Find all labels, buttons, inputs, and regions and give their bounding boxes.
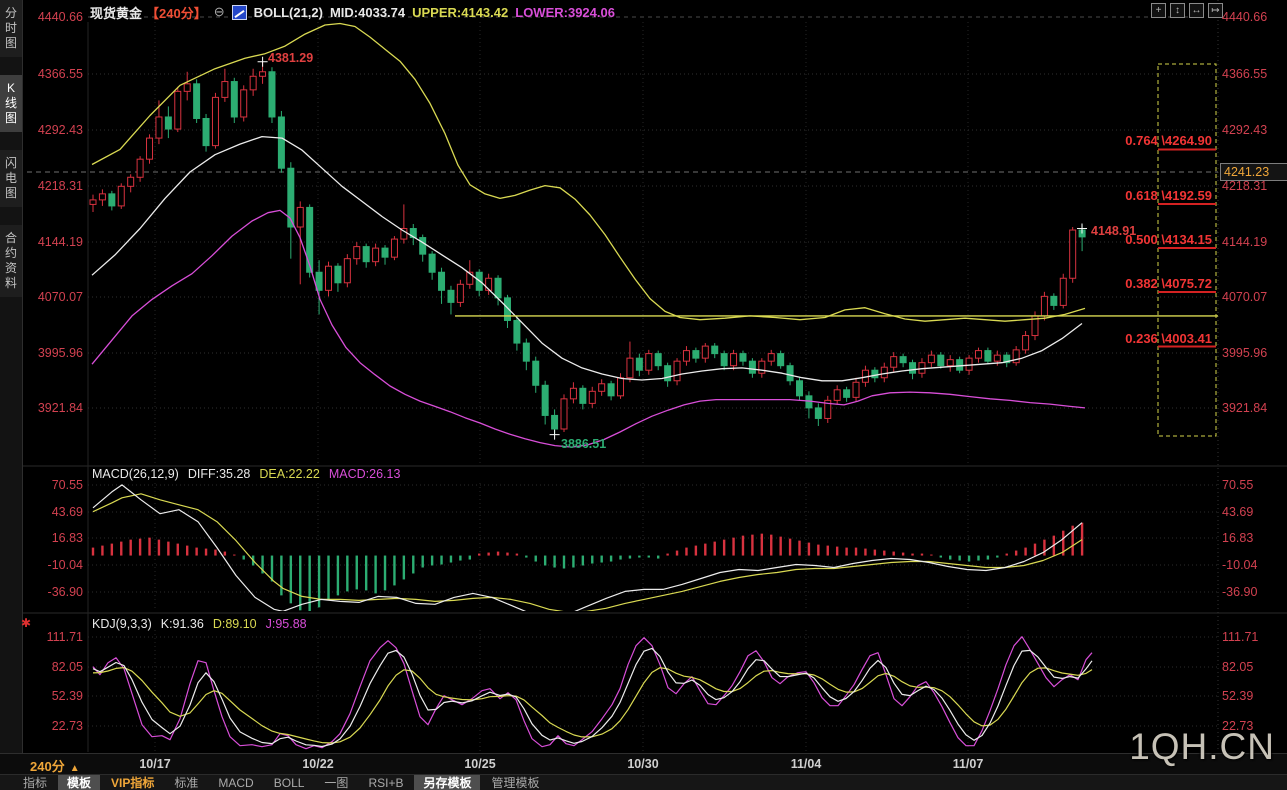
chart-title-bar: 现货黄金 【240分】 ⊖ BOLL(21,2) MID:4033.74 UPP… [90,3,615,21]
x-axis-date-label: 11/04 [784,757,828,771]
shift-right-icon[interactable]: ↦ [1208,3,1223,18]
collapse-icon[interactable]: ⊖ [214,4,225,20]
macd-axis-label-right: -36.90 [1222,585,1257,599]
kdj-settings-icon[interactable]: ✱ [21,616,31,630]
price-axis-label-right: 4070.07 [1222,290,1267,304]
price-axis-label-right: 3995.96 [1222,346,1267,360]
watermark: 1QH.CN [1129,726,1275,768]
period-selector-label: 240分 [30,759,65,774]
price-axis-label-right: 4218.31 [1222,179,1267,193]
crosshair-price-tag: 4241.23 [1220,163,1287,181]
x-axis-row: 240分 ▲ 10/17 10/22 10/25 10/30 11/04 11/07 [0,753,1287,774]
price-axis-label-left: 4144.19 [19,235,83,249]
macd-dea-value: DEA:22.22 [259,467,319,481]
toolbar-button-一图[interactable]: 一图 [315,775,357,790]
last-price-annotation: 4148.91 [1091,224,1136,238]
toolbar-button-指标[interactable]: 指标 [14,775,56,790]
toolbar-button-BOLL[interactable]: BOLL [265,775,314,790]
x-axis-date-label: 10/22 [296,757,340,771]
macd-axis-label-left: 43.69 [19,505,83,519]
x-axis-date-label: 10/17 [133,757,177,771]
pan-tool-icon[interactable]: + [1151,3,1166,18]
macd-axis-label-right: 16.83 [1222,531,1253,545]
macd-diff-value: DIFF:35.28 [188,467,251,481]
toolbar-button-另存模板[interactable]: 另存模板 [414,775,480,790]
macd-axis-label-right: -10.04 [1222,558,1257,572]
x-axis-date-label: 11/07 [946,757,990,771]
toolbar-button-RSI+B[interactable]: RSI+B [359,775,412,790]
kdj-j-value: J:95.88 [266,617,307,631]
fib-level-label-0.236: 0.236 \4003.41 [1040,331,1212,346]
macd-axis-label-left: -36.90 [19,585,83,599]
bottom-toolbar: 指标模板VIP指标标准MACDBOLL一图RSI+B另存模板管理模板 [0,774,1287,790]
kdj-header: KDJ(9,3,3) K:91.36 D:89.10 J:95.88 [92,617,307,631]
kdj-axis-label-left: 82.05 [19,660,83,674]
price-axis-label-left: 4366.55 [19,67,83,81]
price-axis-label-right: 4144.19 [1222,235,1267,249]
macd-axis-label-right: 43.69 [1222,505,1253,519]
price-axis-label-left: 4440.66 [19,10,83,24]
kdj-axis-label-right: 111.71 [1222,630,1258,644]
toolbar-button-VIP指标[interactable]: VIP指标 [102,775,163,790]
boll-lower-value: LOWER:3924.06 [515,5,615,20]
trough-price-annotation: 3886.51 [561,437,606,451]
toolbar-button-标准[interactable]: 标准 [165,775,207,790]
x-axis-date-label: 10/25 [458,757,502,771]
price-axis-label-right: 4366.55 [1222,67,1267,81]
chart-type-icon[interactable] [232,5,247,20]
x-axis-date-label: 10/30 [621,757,665,771]
price-axis-label-left: 4070.07 [19,290,83,304]
kdj-axis-label-left: 52.39 [19,689,83,703]
price-axis-label-left: 3921.84 [19,401,83,415]
toolbar-button-MACD[interactable]: MACD [209,775,262,790]
chart-tool-icons: + ↕ ↔ ↦ [1151,3,1223,18]
price-axis-label-left: 4218.31 [19,179,83,193]
kdj-k-value: K:91.36 [161,617,204,631]
kdj-axis-label-left: 111.71 [19,630,83,644]
price-axis-label-right: 4292.43 [1222,123,1267,137]
boll-mid-value: MID:4033.74 [330,5,405,20]
horizontal-scale-icon[interactable]: ↔ [1189,3,1204,18]
chart-canvas[interactable] [0,0,1287,790]
kdj-axis-label-left: 22.73 [19,719,83,733]
macd-header: MACD(26,12,9) DIFF:35.28 DEA:22.22 MACD:… [92,467,400,481]
kdj-d-value: D:89.10 [213,617,257,631]
price-axis-label-left: 3995.96 [19,346,83,360]
vertical-scale-icon[interactable]: ↕ [1170,3,1185,18]
sidebar-tab-1[interactable]: 分时图 [0,0,22,57]
price-axis-label-left: 4292.43 [19,123,83,137]
macd-axis-label-left: -10.04 [19,558,83,572]
fib-level-label-0.618: 0.618 \4192.59 [1040,188,1212,203]
macd-axis-label-left: 70.55 [19,478,83,492]
macd-axis-label-right: 70.55 [1222,478,1253,492]
fib-level-label-0.382: 0.382 \4075.72 [1040,276,1212,291]
kdj-name: KDJ(9,3,3) [92,617,152,631]
symbol-name: 现货黄金 [90,3,142,22]
boll-upper-value: UPPER:4143.42 [412,5,508,20]
kdj-axis-label-right: 82.05 [1222,660,1253,674]
macd-macd-value: MACD:26.13 [329,467,401,481]
macd-name: MACD(26,12,9) [92,467,179,481]
period-selector[interactable]: 240分 ▲ [30,756,80,775]
macd-axis-label-left: 16.83 [19,531,83,545]
trading-app-window: 分时图K线图闪电图合约资料 现货黄金 【240分】 ⊖ BOLL(21,2) M… [0,0,1287,790]
peak-price-annotation: 4381.29 [268,51,313,65]
period-dropdown-arrow-icon: ▲ [70,763,80,774]
price-axis-label-right: 4440.66 [1222,10,1267,24]
toolbar-button-管理模板[interactable]: 管理模板 [482,775,548,790]
kdj-axis-label-right: 52.39 [1222,689,1253,703]
price-axis-label-right: 3921.84 [1222,401,1267,415]
fib-level-label-0.764: 0.764 \4264.90 [1040,133,1212,148]
toolbar-button-模板[interactable]: 模板 [58,775,100,790]
boll-indicator-name: BOLL(21,2) [254,5,323,20]
period-label: 【240分】 [146,3,207,22]
